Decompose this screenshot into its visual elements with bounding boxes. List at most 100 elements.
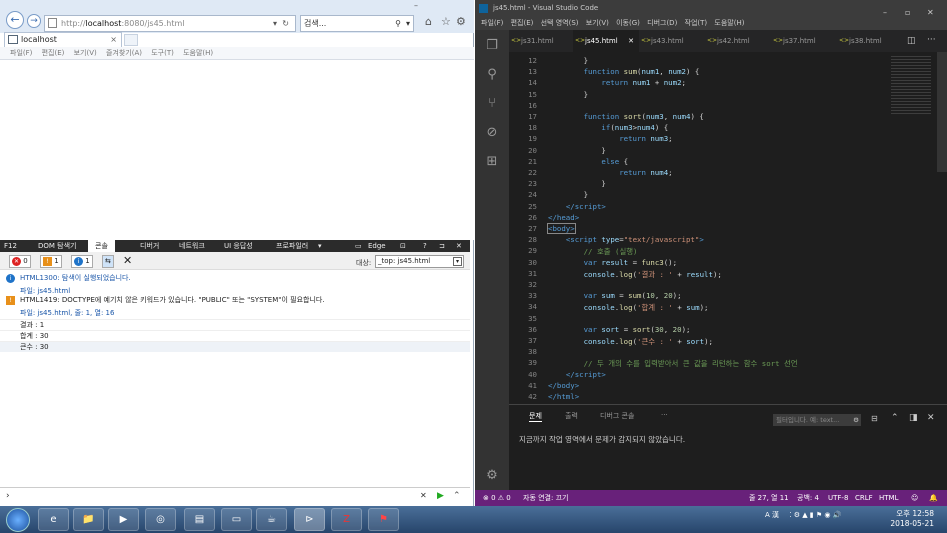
ie-taskbar-icon[interactable]: e: [38, 508, 69, 531]
home-icon[interactable]: ⌂: [425, 15, 432, 28]
expand-icon[interactable]: ⊡: [400, 240, 406, 252]
error-filter-button[interactable]: ✕ 0: [9, 255, 31, 268]
debug-icon[interactable]: ⊘: [485, 125, 499, 140]
tab-network[interactable]: 네트워크: [179, 240, 205, 252]
code-line[interactable]: </head>: [548, 213, 579, 222]
console-input[interactable]: › ✕ ▶ ⌃: [0, 487, 470, 506]
code-line[interactable]: </script>: [548, 370, 606, 379]
close-panel-icon[interactable]: ✕: [927, 413, 935, 423]
search-icon[interactable]: ⚲: [395, 16, 401, 31]
clear-console-icon[interactable]: ✕: [123, 254, 132, 267]
code-line[interactable]: }: [548, 179, 605, 188]
language-mode[interactable]: HTML: [879, 490, 898, 506]
message-code[interactable]: HTML1300: 탐색이 실행되었습니다.: [20, 274, 131, 282]
search-icon[interactable]: ⚲: [485, 67, 499, 82]
code-line[interactable]: }: [548, 146, 605, 155]
code-line[interactable]: var sort = sort(30, 20);: [548, 325, 691, 334]
code-line[interactable]: console.log('큰수 : ' + sort);: [548, 336, 713, 347]
cmd-taskbar-icon[interactable]: ▭: [221, 508, 252, 531]
tab-console[interactable]: 콘솔: [88, 240, 115, 252]
code-line[interactable]: </body>: [548, 381, 579, 390]
filter-icon[interactable]: ⚙: [853, 414, 859, 426]
menu-favorites[interactable]: 즐겨찾기(A): [106, 49, 142, 57]
forward-button[interactable]: →: [27, 14, 41, 28]
media-player-taskbar-icon[interactable]: ▶: [108, 508, 139, 531]
explorer-icon[interactable]: ❐: [485, 38, 499, 53]
vscode-taskbar-icon[interactable]: ⊳: [294, 508, 325, 531]
acrobat-taskbar-icon[interactable]: ⚑: [368, 508, 399, 531]
code-line[interactable]: </script>: [548, 202, 606, 211]
target-select[interactable]: _top: js45.html ▾: [375, 255, 464, 268]
code-line[interactable]: // 두 개의 수를 입력받아서 큰 값을 리턴하는 함수 sort 선언: [548, 358, 798, 369]
tab-debugger[interactable]: 디버거: [140, 240, 159, 252]
message-source-link[interactable]: 파일: js45.html, 줄: 1, 열: 16: [20, 308, 470, 318]
eol-status[interactable]: CRLF: [855, 490, 873, 506]
code-line[interactable]: <body>: [547, 223, 576, 234]
close-tab-icon[interactable]: ✕: [628, 30, 634, 52]
tab-ui-responsiveness[interactable]: UI 응답성: [224, 240, 253, 252]
menu-help[interactable]: 도움말(H): [183, 49, 213, 57]
warning-filter-button[interactable]: ! 1: [40, 255, 62, 268]
split-editor-icon[interactable]: ◫: [907, 36, 916, 46]
code-line[interactable]: if(num3>num4) {: [548, 123, 668, 132]
menu-debug[interactable]: 디버그(D): [647, 19, 677, 27]
feedback-icon[interactable]: ☺: [911, 490, 918, 506]
menu-tasks[interactable]: 작업(T): [685, 19, 708, 27]
extensions-icon[interactable]: ⊞: [485, 154, 499, 169]
code-line[interactable]: }: [548, 90, 588, 99]
tab-debug-console[interactable]: 디버그 콘솔: [600, 411, 634, 421]
code-line[interactable]: return num3;: [548, 134, 672, 143]
favorites-star-icon[interactable]: ☆: [441, 15, 451, 28]
notifications-icon[interactable]: 🔔: [929, 490, 938, 506]
search-dropdown-icon[interactable]: ▾: [273, 16, 277, 31]
tab-output[interactable]: 출력: [565, 411, 578, 421]
minimap[interactable]: [891, 56, 931, 116]
search-dropdown-icon[interactable]: ▾: [406, 16, 410, 31]
system-tray[interactable]: A 漢 ⁚ ⚙ ▲ ▮ ⚑ ◉ 🔊: [765, 510, 841, 520]
menu-view[interactable]: 보기(V): [74, 49, 97, 57]
collapse-all-icon[interactable]: ⊟: [871, 414, 878, 423]
close-devtools-icon[interactable]: ✕: [456, 240, 462, 252]
settings-gear-icon[interactable]: ⚙: [456, 15, 466, 28]
code-line[interactable]: return num4;: [548, 168, 672, 177]
editor-tab[interactable]: <> js31.html: [509, 30, 573, 52]
panel-more-icon[interactable]: ···: [661, 411, 668, 419]
maximize-panel-icon[interactable]: ⌃: [891, 413, 899, 423]
clear-input-icon[interactable]: ✕: [420, 491, 427, 500]
code-line[interactable]: }: [548, 190, 588, 199]
start-button[interactable]: [6, 508, 30, 532]
code-line[interactable]: </html>: [548, 392, 579, 401]
emulation-mode[interactable]: Edge: [368, 240, 386, 252]
editor-tab[interactable]: <> js38.html: [837, 30, 901, 52]
menu-edit[interactable]: 편집(E): [511, 19, 534, 27]
menu-file[interactable]: 파일(F): [10, 49, 32, 57]
more-actions-icon[interactable]: ···: [927, 35, 936, 45]
code-line[interactable]: console.log('합계 : ' + sum);: [548, 302, 709, 313]
encoding-status[interactable]: UTF-8: [828, 490, 848, 506]
monitor-icon[interactable]: ▭: [355, 240, 362, 252]
back-button[interactable]: ←: [6, 11, 24, 29]
browser-tab[interactable]: localhost ×: [4, 32, 122, 47]
chrome-taskbar-icon[interactable]: ◎: [145, 508, 176, 531]
close-tab-icon[interactable]: ×: [110, 33, 117, 46]
clear-on-navigate-button[interactable]: ⇆: [102, 255, 114, 268]
code-line[interactable]: return num1 + num2;: [548, 78, 686, 87]
editor-tab-active[interactable]: <> js45.html ✕: [573, 30, 639, 52]
code-line[interactable]: else {: [548, 157, 628, 166]
code-line[interactable]: var sum = sum(10, 20);: [548, 291, 682, 300]
menu-file[interactable]: 파일(F): [481, 19, 503, 27]
help-icon[interactable]: ?: [423, 240, 427, 252]
explorer-taskbar-icon[interactable]: 📁: [73, 508, 104, 531]
problems-status[interactable]: ⊗ 0 ⚠ 0: [483, 490, 511, 506]
tab-profiler[interactable]: 프로파일러: [276, 240, 308, 252]
code-line[interactable]: var result = func3();: [548, 258, 677, 267]
expand-input-icon[interactable]: ⌃: [453, 491, 461, 501]
code-line[interactable]: // 호출 (실행): [548, 246, 638, 257]
menu-edit[interactable]: 편집(E): [42, 49, 65, 57]
code-line[interactable]: console.log('결과 : ' + result);: [548, 269, 722, 280]
code-line[interactable]: function sum(num1, num2) {: [548, 67, 700, 76]
settings-gear-icon[interactable]: ⚙: [485, 468, 499, 483]
cursor-position[interactable]: 줄 27, 열 11: [749, 490, 789, 506]
code-line[interactable]: function sort(num3, num4) {: [548, 112, 704, 121]
scrollbar[interactable]: [937, 52, 947, 172]
